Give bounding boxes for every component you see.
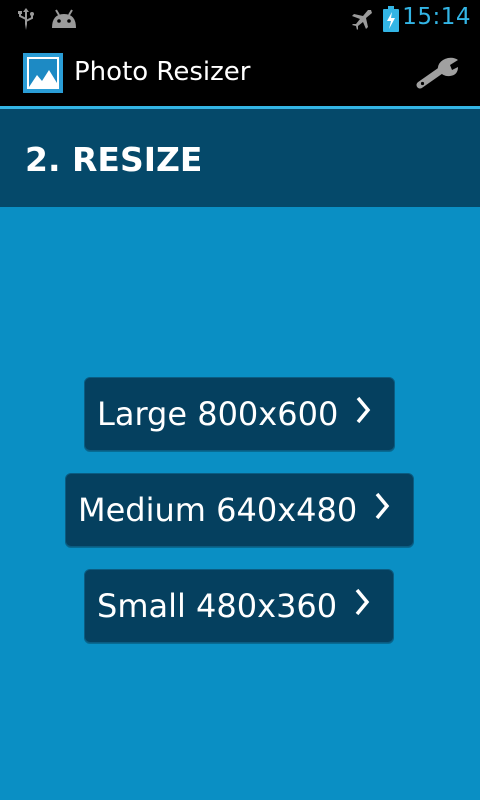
button-label: Small 480x360 [97, 587, 338, 625]
android-icon [50, 8, 78, 34]
medium-size-button[interactable]: Medium 640x480 [65, 473, 414, 547]
small-size-button[interactable]: Small 480x360 [84, 569, 394, 643]
battery-charging-icon [383, 6, 399, 36]
content-area: Large 800x600 Medium 640x480 Small 480x3… [0, 207, 480, 800]
usb-icon [16, 7, 36, 35]
app-title: Photo Resizer [74, 57, 251, 87]
photo-app-icon [23, 53, 63, 93]
action-bar: Photo Resizer [0, 38, 480, 109]
button-label: Medium 640x480 [78, 491, 358, 529]
status-clock: 15:14 [402, 4, 471, 30]
airplane-mode-icon [350, 7, 374, 35]
large-size-button[interactable]: Large 800x600 [84, 377, 395, 451]
chevron-right-icon [354, 395, 372, 433]
chevron-right-icon [373, 491, 391, 529]
section-title: 2. RESIZE [25, 140, 203, 179]
chevron-right-icon [353, 587, 371, 625]
button-label: Large 800x600 [97, 395, 339, 433]
wrench-icon[interactable] [416, 53, 462, 93]
section-header: 2. RESIZE [0, 109, 480, 207]
status-bar: 15:14 [0, 0, 480, 38]
